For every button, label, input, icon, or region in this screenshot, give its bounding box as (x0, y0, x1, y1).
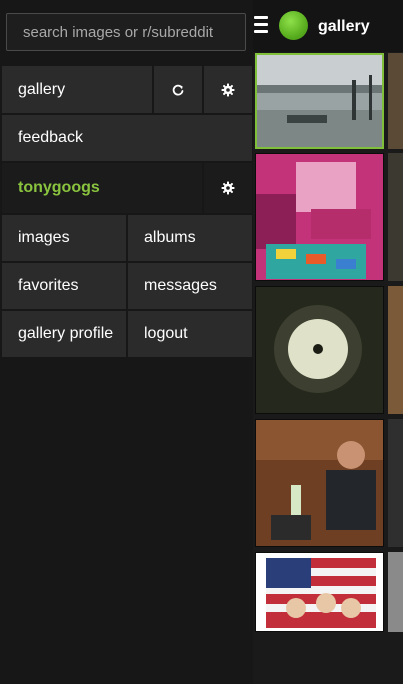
gear-icon (221, 181, 235, 195)
gallery-profile-link[interactable]: gallery profile (2, 311, 126, 357)
hamburger-icon[interactable] (254, 16, 268, 34)
menu-row-images-albums: images albums (2, 215, 252, 261)
flag-photo (256, 553, 383, 631)
gallery-thumbnail-edge (388, 552, 403, 632)
gallery-thumbnail[interactable] (255, 153, 384, 281)
person-photo (256, 420, 383, 546)
user-link[interactable]: tonygoogs (2, 163, 202, 213)
menu-row-user: tonygoogs (2, 163, 252, 213)
gallery-profile-link-label: gallery profile (18, 325, 114, 342)
river-photo (257, 55, 382, 147)
messages-link-label: messages (144, 277, 217, 294)
gallery-link-label: gallery (18, 80, 66, 98)
user-settings-button[interactable] (204, 163, 252, 213)
albums-link[interactable]: albums (128, 215, 252, 261)
feedback-link[interactable]: feedback (2, 115, 252, 161)
messages-link[interactable]: messages (128, 263, 252, 309)
gallery-thumbnail-edge (388, 53, 403, 149)
gallery-thumbnail-edge (388, 153, 403, 281)
search-input[interactable] (7, 14, 245, 50)
gear-icon (221, 83, 235, 96)
refresh-icon (172, 84, 184, 95)
menu-row-feedback: feedback (2, 115, 252, 161)
refresh-button[interactable] (154, 66, 202, 113)
sidebar: gallery feedback (0, 0, 253, 684)
search-box[interactable] (6, 13, 246, 51)
favorites-link[interactable]: favorites (2, 263, 126, 309)
gallery-thumbnail[interactable] (255, 286, 384, 414)
ceiling-light-photo (256, 287, 383, 413)
username-label: tonygoogs (18, 179, 100, 196)
gallery-thumbnail-edge (388, 286, 403, 414)
gallery-thumbnail[interactable] (255, 552, 384, 632)
feedback-link-label: feedback (18, 129, 83, 146)
gallery-title[interactable]: gallery (318, 18, 370, 36)
gallery-thumbnail-edge (388, 419, 403, 547)
favorites-link-label: favorites (18, 277, 79, 294)
gallery-settings-button[interactable] (204, 66, 252, 113)
menu-row-profile-logout: gallery profile logout (2, 311, 252, 357)
albums-link-label: albums (144, 229, 196, 246)
gallery-thumbnail[interactable] (255, 53, 384, 149)
gallery-thumbnail[interactable] (255, 419, 384, 547)
menu-row-gallery: gallery (2, 66, 252, 113)
logout-link-label: logout (144, 325, 188, 342)
images-link-label: images (18, 229, 70, 246)
menu-row-favorites-messages: favorites messages (2, 263, 252, 309)
gallery-link[interactable]: gallery (2, 66, 152, 113)
logout-link[interactable]: logout (128, 311, 252, 357)
bedroom-photo (256, 154, 383, 280)
gallery-logo[interactable] (279, 11, 308, 40)
images-link[interactable]: images (2, 215, 126, 261)
